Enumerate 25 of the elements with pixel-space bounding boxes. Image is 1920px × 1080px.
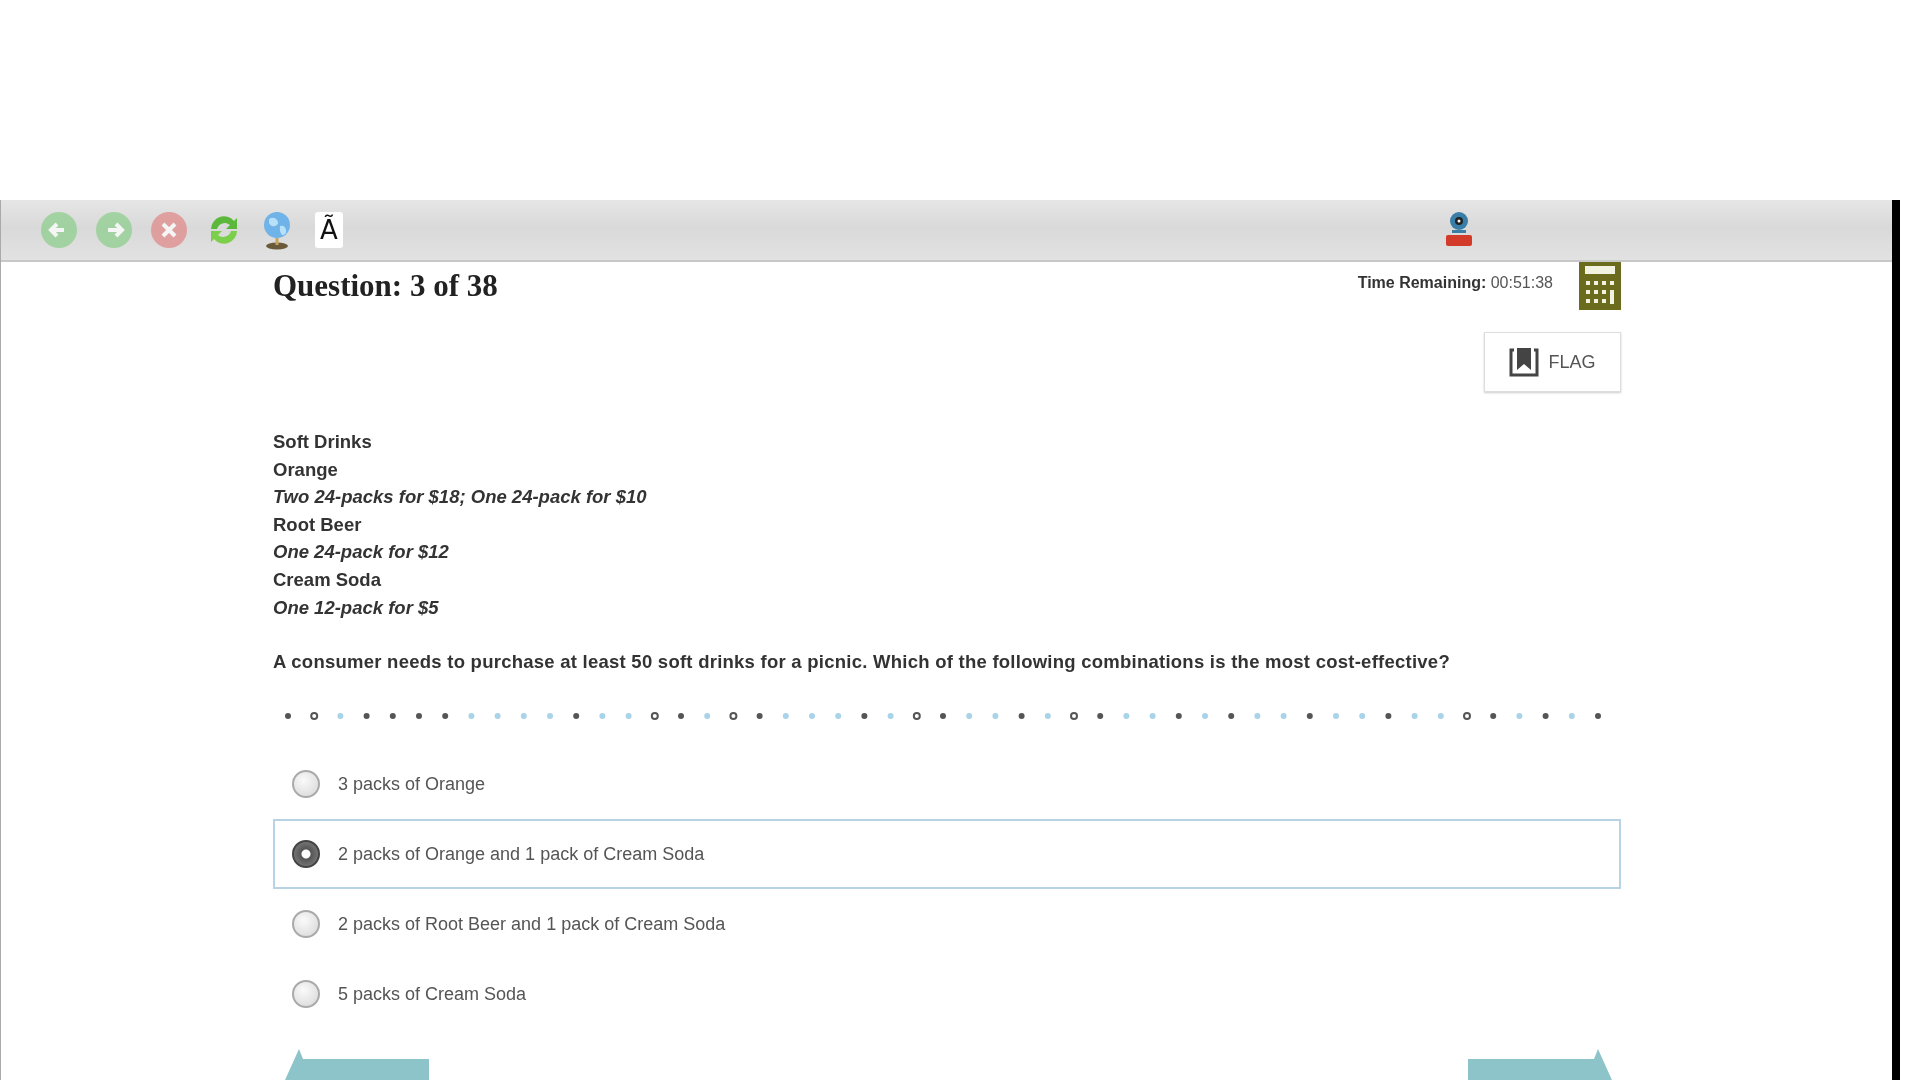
passage-detail: One 12-pack for $5 [273, 595, 440, 620]
radio-button[interactable] [292, 770, 320, 799]
answer-option[interactable]: 2 packs of Orange and 1 pack of Cream Soda [273, 819, 1621, 890]
passage-heading: Cream Soda [273, 567, 382, 592]
calculator-icon[interactable] [1579, 262, 1621, 310]
radio-button[interactable] [292, 840, 320, 869]
radio-button[interactable] [292, 910, 320, 939]
passage-heading: Orange [273, 457, 339, 482]
webcam-record-icon[interactable] [1444, 211, 1474, 249]
passage-detail: Two 24-packs for $18; One 24-pack for $10 [273, 485, 648, 510]
time-remaining-text: Time Remaining: 00:51:38 [1357, 274, 1553, 292]
question-text: A consumer needs to purchase at least 50 soft drinks for a picnic. Which of the following combinations is the most cost-effective? [273, 651, 1451, 674]
passage-detail: One 24-pack for $12 [273, 540, 450, 565]
radio-button[interactable] [292, 980, 320, 1009]
answer-label: 2 packs of Orange and 1 pack of Cream Soda [338, 843, 705, 865]
passage-heading: Soft Drinks [273, 430, 373, 454]
question-number-title: Question: 3 of 38 [273, 268, 498, 305]
bookmark-icon [1509, 347, 1540, 377]
answer-label: 3 packs of Orange [338, 773, 486, 795]
font-button[interactable]: Ã [315, 212, 343, 248]
close-icon[interactable] [150, 211, 188, 249]
flag-button[interactable]: FLAG [1484, 332, 1621, 392]
passage-heading: Root Beer [273, 512, 363, 537]
answer-label: 5 packs of Cream Soda [338, 983, 527, 1005]
answer-label: 2 packs of Root Beer and 1 pack of Cream Soda [338, 913, 726, 935]
